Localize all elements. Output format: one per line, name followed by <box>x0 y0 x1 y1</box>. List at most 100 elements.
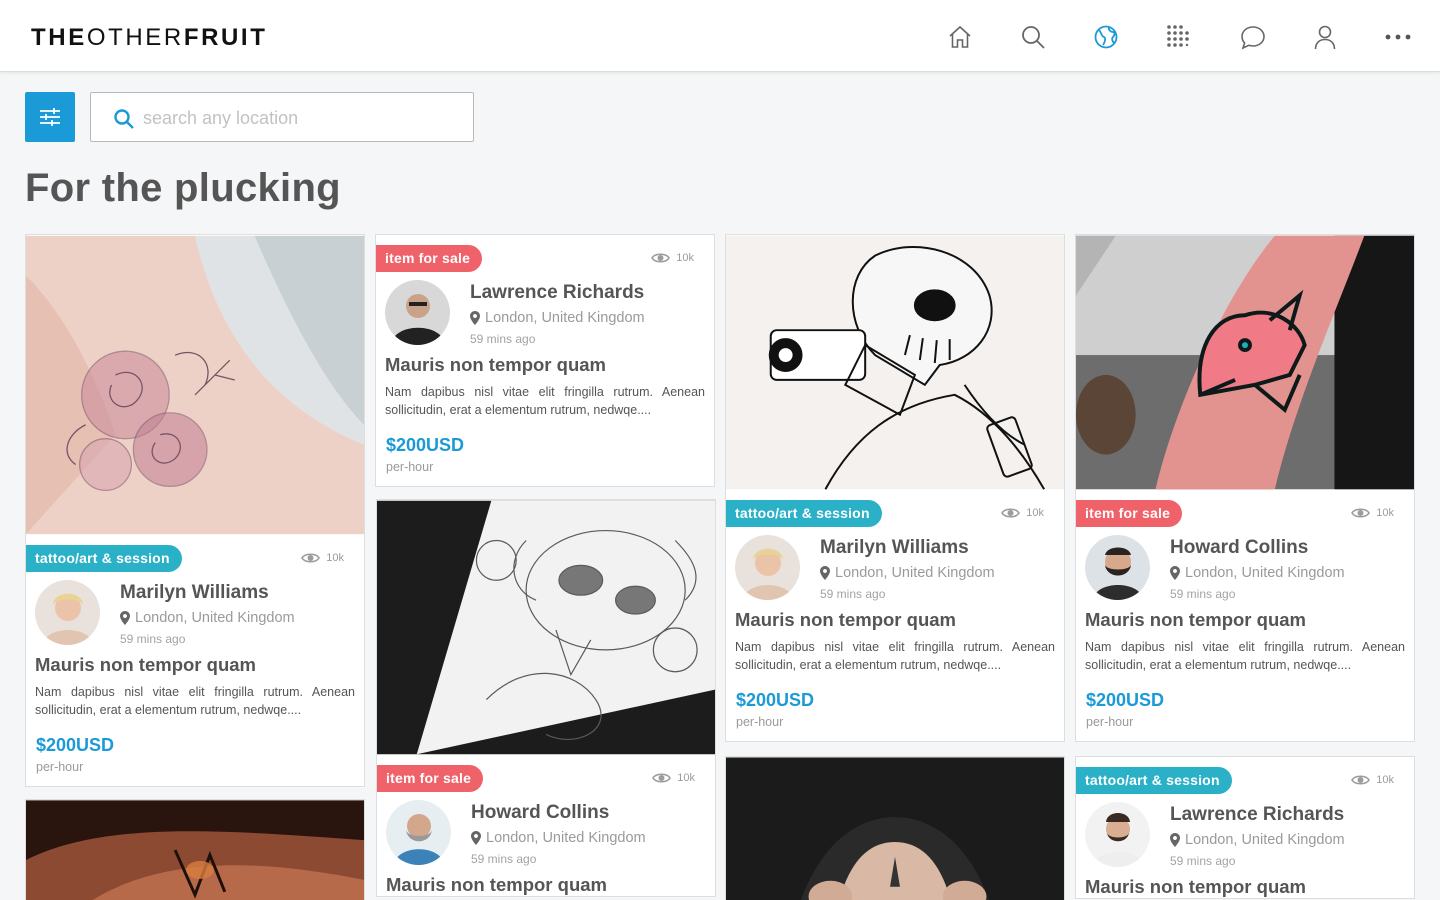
post-time: 59 mins ago <box>1170 854 1236 868</box>
listing-title[interactable]: Mauris non tempor quam <box>726 606 1064 631</box>
view-count-value: 10k <box>1376 774 1394 786</box>
listing-card[interactable]: item for sale 10k Howard Collins London,… <box>376 499 716 897</box>
top-bar: THEOTHERFRUIT <box>0 0 1440 72</box>
post-time: 59 mins ago <box>820 587 886 601</box>
listing-title[interactable]: Mauris non tempor quam <box>26 651 364 676</box>
author-name[interactable]: Marilyn Williams <box>820 537 969 559</box>
listing-price: $200USD <box>736 690 815 710</box>
view-count: 10k <box>651 252 694 264</box>
home-icon[interactable] <box>945 22 975 52</box>
author-name[interactable]: Lawrence Richards <box>470 282 644 304</box>
more-icon[interactable] <box>1383 22 1413 52</box>
search-icon <box>114 109 134 129</box>
listing-title[interactable]: Mauris non tempor quam <box>1076 606 1414 631</box>
listing-title[interactable]: Mauris non tempor quam <box>1076 873 1414 898</box>
author-location: London, United Kingdom <box>820 565 995 581</box>
listing-card[interactable]: item for sale 10k Howard Collins London,… <box>1075 234 1415 742</box>
category-tag[interactable]: item for sale <box>376 245 483 272</box>
tattoo-photo <box>26 800 364 900</box>
main-nav <box>0 22 1440 52</box>
chat-icon[interactable] <box>1238 22 1268 52</box>
view-count: 10k <box>652 772 695 784</box>
author-location: London, United Kingdom <box>1170 565 1345 581</box>
category-tag[interactable]: item for sale <box>377 765 484 792</box>
location-text: London, United Kingdom <box>486 830 646 846</box>
listing-description: Nam dapibus nisl vitae elit fringilla ru… <box>385 385 705 417</box>
category-tag[interactable]: tattoo/art & session <box>1076 767 1232 794</box>
avatar[interactable] <box>1085 535 1150 600</box>
view-count: 10k <box>1351 774 1394 786</box>
search-icon[interactable] <box>1018 22 1048 52</box>
listing-price: $200USD <box>1086 690 1165 710</box>
author-name[interactable]: Howard Collins <box>471 802 609 824</box>
author-location: London, United Kingdom <box>471 830 646 846</box>
eye-icon <box>1001 508 1021 518</box>
sliders-icon <box>40 108 60 126</box>
location-text: London, United Kingdom <box>1185 565 1345 581</box>
listing-card[interactable]: tattoo/art & session 10k Marilyn William… <box>725 234 1065 742</box>
listing-price: $200USD <box>386 435 465 455</box>
avatar[interactable] <box>735 535 800 600</box>
author-name[interactable]: Howard Collins <box>1170 537 1308 559</box>
price-unit: per-hour <box>1086 715 1134 729</box>
eye-icon <box>1351 775 1371 785</box>
price-unit: per-hour <box>736 715 784 729</box>
author-location: London, United Kingdom <box>120 610 295 626</box>
location-pin-icon <box>120 611 130 625</box>
grid-dots-icon[interactable] <box>1164 22 1194 52</box>
post-time: 59 mins ago <box>471 852 537 866</box>
category-tag[interactable]: tattoo/art & session <box>26 545 182 572</box>
location-pin-icon <box>820 566 830 580</box>
author-name[interactable]: Lawrence Richards <box>1170 804 1344 826</box>
location-pin-icon <box>471 831 481 845</box>
post-time: 59 mins ago <box>1170 587 1236 601</box>
globe-icon[interactable] <box>1091 22 1121 52</box>
author: Marilyn Williams London, United Kingdom … <box>26 575 364 651</box>
location-text: London, United Kingdom <box>835 565 995 581</box>
listing-card[interactable] <box>725 756 1065 900</box>
post-time: 59 mins ago <box>120 632 186 646</box>
price-unit: per-hour <box>386 460 434 474</box>
listing-title[interactable]: Mauris non tempor quam <box>377 871 715 896</box>
view-count: 10k <box>301 552 344 564</box>
card-meta: item for sale 10k <box>377 755 715 795</box>
avatar[interactable] <box>385 280 450 345</box>
listing-description: Nam dapibus nisl vitae elit fringilla ru… <box>735 640 1055 672</box>
listing-price: $200USD <box>36 735 115 755</box>
eye-icon <box>652 773 672 783</box>
author: Howard Collins London, United Kingdom 59… <box>377 795 715 871</box>
location-text: London, United Kingdom <box>1185 832 1345 848</box>
location-text: London, United Kingdom <box>485 310 645 326</box>
view-count-value: 10k <box>676 252 694 264</box>
avatar[interactable] <box>35 580 100 645</box>
view-count-value: 10k <box>1376 507 1394 519</box>
location-pin-icon <box>1170 833 1180 847</box>
author-name[interactable]: Marilyn Williams <box>120 582 269 604</box>
listing-card[interactable]: item for sale 10k Lawrence Richards Lond… <box>375 234 715 487</box>
author: Marilyn Williams London, United Kingdom … <box>726 530 1064 606</box>
card-meta: tattoo/art & session 10k <box>1076 757 1414 797</box>
author-location: London, United Kingdom <box>470 310 645 326</box>
view-count-value: 10k <box>1026 507 1044 519</box>
card-meta: item for sale 10k <box>1076 490 1414 530</box>
listing-card[interactable]: tattoo/art & session 10k Lawrence Richar… <box>1075 756 1415 899</box>
author-location: London, United Kingdom <box>1170 832 1345 848</box>
listing-card[interactable] <box>25 799 365 900</box>
author: Howard Collins London, United Kingdom 59… <box>1076 530 1414 606</box>
avatar[interactable] <box>1085 802 1150 867</box>
search-input[interactable] <box>143 105 453 131</box>
post-time: 59 mins ago <box>470 332 536 346</box>
tattoo-photo <box>26 235 364 535</box>
tattoo-photo <box>377 500 715 755</box>
listing-card[interactable]: tattoo/art & session 10k Marilyn William… <box>25 234 365 787</box>
avatar[interactable] <box>386 800 451 865</box>
card-meta: item for sale 10k <box>376 235 714 275</box>
listing-title[interactable]: Mauris non tempor quam <box>376 351 714 376</box>
location-text: London, United Kingdom <box>135 610 295 626</box>
user-icon[interactable] <box>1310 22 1340 52</box>
category-tag[interactable]: item for sale <box>1076 500 1183 527</box>
tattoo-photo <box>1076 235 1414 490</box>
filter-button[interactable] <box>25 92 75 142</box>
card-meta: tattoo/art & session 10k <box>26 535 364 575</box>
category-tag[interactable]: tattoo/art & session <box>726 500 882 527</box>
